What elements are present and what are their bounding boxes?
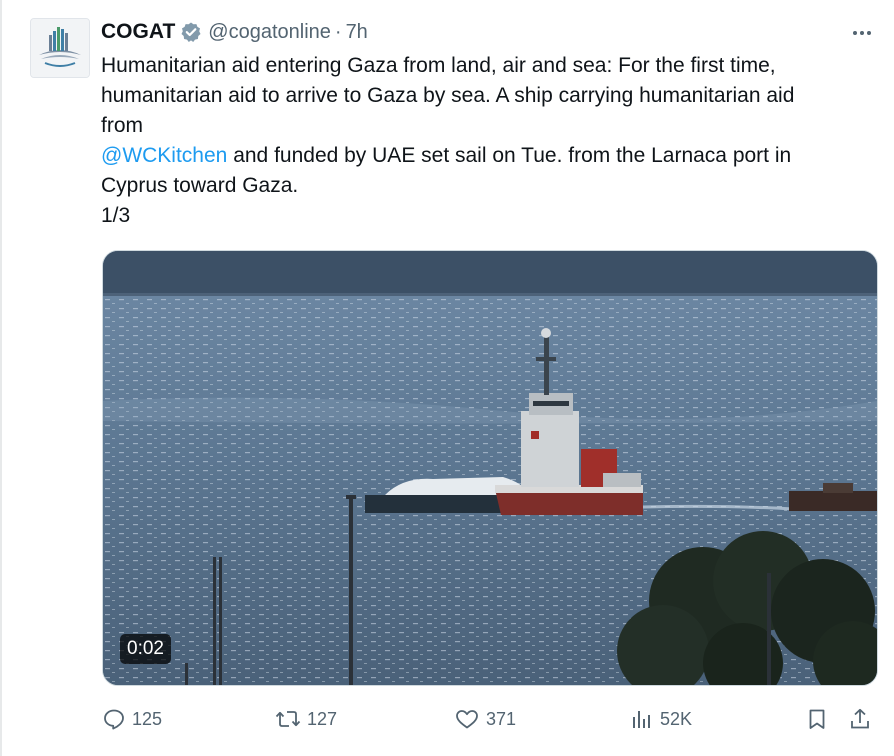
share-button[interactable] [848, 702, 872, 736]
tweet-text-line: humanitarian aid to arrive to Gaza by se… [101, 84, 795, 107]
video-duration: 0:02 [120, 634, 171, 664]
like-button[interactable]: 371 [454, 702, 516, 736]
reply-icon [104, 709, 124, 730]
separator-dot: · [334, 20, 342, 43]
views-button[interactable]: 52K [630, 702, 692, 736]
tweet-text-line: Cyprus toward Gaza. [101, 174, 299, 197]
author-name[interactable]: COGAT [101, 20, 175, 44]
tweet-text-line: 1/3 [101, 204, 131, 227]
repost-button[interactable]: 127 [275, 702, 337, 736]
tweet-text-line: Humanitarian aid entering Gaza from land… [101, 54, 776, 77]
avatar[interactable] [30, 18, 90, 78]
author-handle[interactable]: @cogatonline [208, 21, 331, 44]
tweet-text-line: from [101, 114, 143, 137]
cogat-logo-icon [31, 19, 89, 77]
more-options-icon[interactable] [848, 22, 876, 44]
share-icon [851, 708, 869, 729]
reply-count: 125 [132, 708, 163, 729]
video-player[interactable]: 0:02 [102, 250, 878, 686]
views-count: 52K [660, 708, 693, 729]
tweet-text: Humanitarian aid entering Gaza from land… [101, 51, 871, 231]
verified-badge-icon [180, 21, 202, 43]
views-chart-icon [633, 711, 650, 728]
tweet-text-line: @WCKitchen and funded by UAE set sail on… [101, 141, 871, 171]
bookmark-button[interactable] [805, 702, 829, 736]
like-count: 371 [486, 708, 517, 729]
tweet-header: COGAT @cogatonline · 7h [101, 17, 368, 47]
timeline-border [0, 0, 2, 756]
repost-icon [275, 711, 301, 727]
post-time[interactable]: 7h [346, 21, 368, 44]
reply-button[interactable]: 125 [102, 702, 162, 736]
video-thumbnail [103, 251, 877, 685]
tweet-text-segment: and funded by UAE set sail on Tue. from … [227, 144, 792, 167]
mention-link[interactable]: @WCKitchen [101, 144, 227, 167]
repost-count: 127 [307, 708, 338, 729]
heart-icon [456, 710, 478, 729]
tweet-actions: 125 127 371 52K [100, 702, 880, 736]
bookmark-icon [809, 709, 825, 729]
